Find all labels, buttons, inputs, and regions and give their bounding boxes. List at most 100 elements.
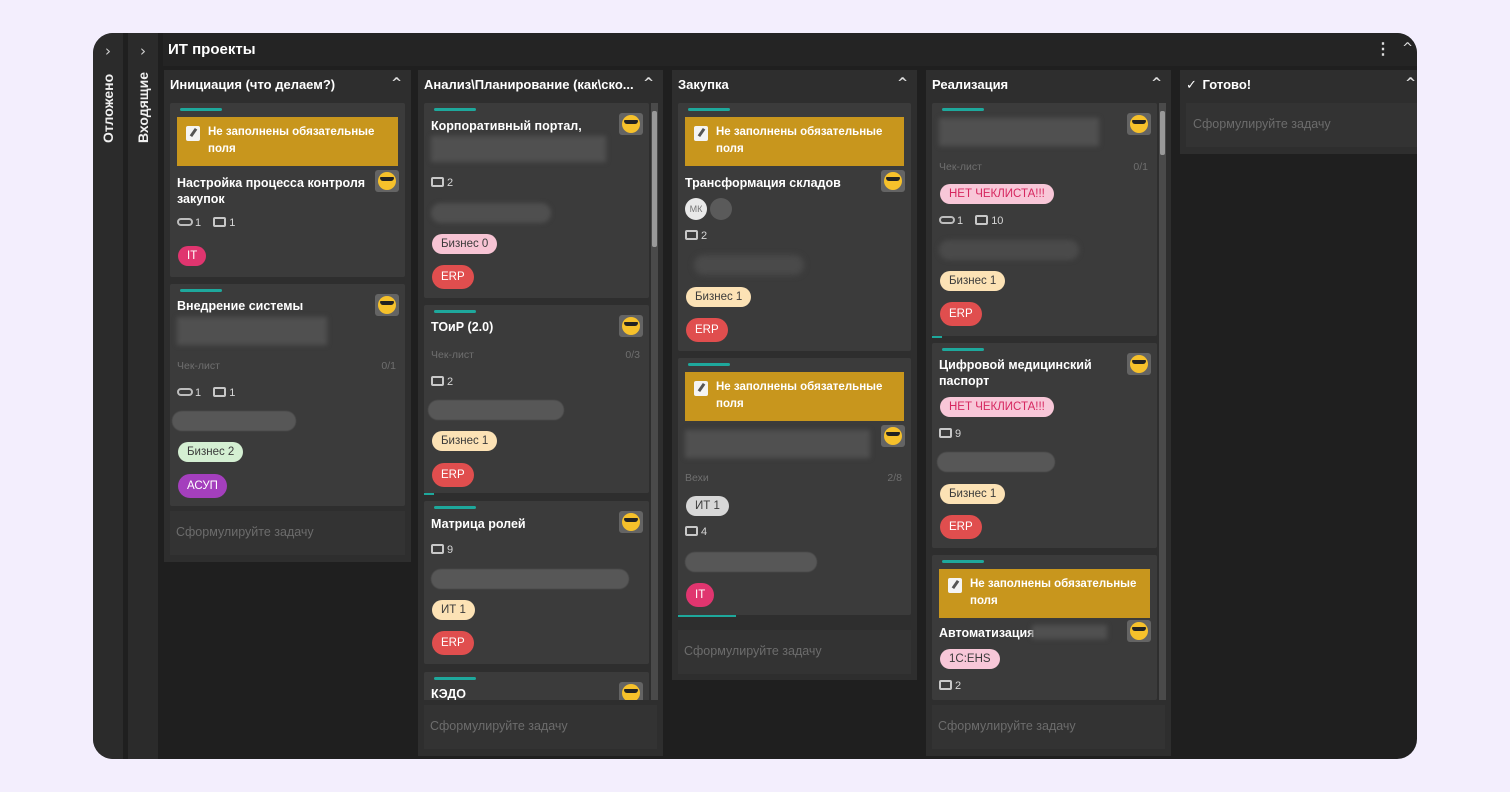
expand-chevron-icon[interactable]: ›: [93, 42, 123, 60]
blurred-field: [685, 552, 817, 572]
checklist-row[interactable]: Чек-лист 0/1: [177, 360, 396, 372]
kanban-window: › Отложено › Входящие ИТ проекты ⋮ ^ Ини…: [93, 33, 1417, 759]
scrollbar-thumb[interactable]: [1160, 111, 1165, 155]
tag-badge[interactable]: Бизнес 2: [178, 442, 244, 462]
blurred-field: [428, 400, 564, 420]
tag-badge[interactable]: Бизнес 0: [432, 234, 498, 254]
tag-badge[interactable]: ERP: [940, 302, 982, 326]
tag-badge[interactable]: АСУП: [178, 474, 227, 498]
tag-badge[interactable]: ERP: [432, 265, 474, 289]
collapse-column-icon[interactable]: ^: [391, 76, 402, 91]
collapse-column-icon[interactable]: ^: [1151, 76, 1162, 91]
column-header[interactable]: ✓ Готово! ^: [1180, 70, 1417, 99]
tag-badge[interactable]: Бизнес 1: [432, 431, 498, 451]
task-card[interactable]: КЭДО: [424, 672, 649, 700]
avatar[interactable]: МК: [685, 198, 707, 220]
tag-badge[interactable]: ERP: [432, 463, 474, 487]
task-card[interactable]: Корпоративный портал, 2 Бизнес 0 ERP: [424, 103, 649, 298]
add-task-input[interactable]: Сформулируйте задачу: [932, 705, 1165, 749]
sunglasses-emoji-icon[interactable]: [881, 425, 905, 447]
card-color-bar: [180, 108, 222, 111]
add-task-input[interactable]: Сформулируйте задачу: [170, 511, 405, 555]
task-card[interactable]: Не заполнены обязательные поля Настройка…: [170, 103, 405, 277]
add-task-input[interactable]: Сформулируйте задачу: [424, 705, 657, 749]
task-card[interactable]: Внедрение системы Чек-лист 0/1 1 1 Бизне…: [170, 284, 405, 506]
collapse-chevron-icon[interactable]: ^: [1402, 41, 1413, 56]
tag-badge[interactable]: 1С:EHS: [940, 649, 1000, 669]
scrollbar[interactable]: [651, 103, 658, 700]
task-card[interactable]: ТОиР (2.0) Чек-лист 0/3 2 Бизнес 1 ERP: [424, 305, 649, 495]
column-header[interactable]: Закупка ^: [672, 70, 917, 99]
attachments-count: 1: [957, 215, 964, 227]
comment-icon: [213, 387, 227, 397]
progress-bar: [424, 493, 434, 495]
column-label-inbox: Входящие: [135, 72, 151, 143]
comment-icon: [431, 544, 444, 554]
add-task-input[interactable]: Сформулируйте задачу: [678, 630, 911, 674]
note-edit-icon: [694, 126, 708, 141]
card-title: Цифровой медицинский паспорт: [939, 358, 1092, 388]
sunglasses-emoji-icon[interactable]: [1127, 620, 1151, 642]
tag-badge[interactable]: IT: [178, 246, 207, 266]
check-icon: ✓: [1186, 78, 1197, 93]
paperclip-icon: [177, 218, 193, 226]
collapse-column-icon[interactable]: ^: [643, 76, 654, 91]
comment-icon: [685, 230, 698, 240]
sunglasses-emoji-icon[interactable]: [881, 170, 905, 192]
add-task-input[interactable]: Сформулируйте задачу: [1186, 103, 1417, 147]
tag-badge[interactable]: ERP: [432, 631, 474, 655]
tag-badge[interactable]: Бизнес 1: [686, 287, 752, 307]
no-checklist-badge[interactable]: НЕТ ЧЕКЛИСТА!!!: [940, 397, 1054, 417]
sunglasses-emoji-icon[interactable]: [1127, 113, 1151, 135]
tag-badge[interactable]: Бизнес 1: [940, 271, 1006, 291]
sunglasses-emoji-icon[interactable]: [1127, 353, 1151, 375]
sunglasses-emoji-icon[interactable]: [619, 113, 643, 135]
board-header: ИТ проекты ⋮ ^: [163, 33, 1417, 66]
sunglasses-emoji-icon[interactable]: [619, 315, 643, 337]
comment-icon: [975, 215, 989, 225]
column-title: Инициация (что делаем?): [170, 77, 336, 92]
task-card[interactable]: Не заполнены обязательные поля Вехи 2/8 …: [678, 358, 911, 617]
tag-badge[interactable]: ИТ 1: [432, 600, 475, 620]
checklist-row[interactable]: Вехи 2/8: [685, 472, 902, 484]
task-card[interactable]: Чек-лист 0/1 НЕТ ЧЕКЛИСТА!!! 1 10 Бизнес…: [932, 103, 1157, 338]
task-card[interactable]: Не заполнены обязательные поля Трансформ…: [678, 103, 911, 351]
sunglasses-emoji-icon[interactable]: [375, 170, 399, 192]
collapse-column-icon[interactable]: ^: [897, 76, 908, 91]
checklist-label: Чек-лист: [431, 349, 474, 361]
warning-banner: Не заполнены обязательные поля: [685, 372, 904, 421]
comment-icon: [939, 680, 952, 690]
sunglasses-emoji-icon[interactable]: [619, 682, 643, 700]
tag-badge[interactable]: ERP: [940, 515, 982, 539]
tag-badge[interactable]: ИТ 1: [686, 496, 729, 516]
task-card[interactable]: Не заполнены обязательные поля Автоматиз…: [932, 555, 1157, 700]
tag-badge[interactable]: Бизнес 1: [940, 484, 1006, 504]
warning-text: Не заполнены обязательные поля: [970, 578, 1137, 607]
sunglasses-emoji-icon[interactable]: [375, 294, 399, 316]
card-title: Автоматизация: [939, 626, 1035, 640]
collapse-column-icon[interactable]: ^: [1405, 76, 1416, 91]
checklist-row[interactable]: Чек-лист 0/3: [431, 349, 640, 361]
column-header[interactable]: Реализация ^: [926, 70, 1171, 99]
tag-badge[interactable]: IT: [686, 583, 715, 607]
sunglasses-emoji-icon[interactable]: [619, 511, 643, 533]
column-header[interactable]: Инициация (что делаем?) ^: [164, 70, 411, 99]
comment-icon: [431, 376, 444, 386]
expand-chevron-icon[interactable]: ›: [128, 42, 158, 60]
no-checklist-badge[interactable]: НЕТ ЧЕКЛИСТА!!!: [940, 184, 1054, 204]
collapsed-column-postponed[interactable]: › Отложено: [93, 33, 123, 759]
column-header[interactable]: Анализ\Планирование (как\ско... ^: [418, 70, 663, 99]
tag-badge[interactable]: ERP: [686, 318, 728, 342]
scrollbar-thumb[interactable]: [652, 111, 657, 247]
warning-text: Не заполнены обязательные поля: [716, 126, 883, 155]
more-menu-icon[interactable]: ⋮: [1375, 39, 1391, 59]
task-card[interactable]: Матрица ролей 9 ИТ 1 ERP: [424, 501, 649, 664]
avatar[interactable]: [710, 198, 732, 220]
scrollbar[interactable]: [1159, 103, 1166, 700]
collapsed-column-inbox[interactable]: › Входящие: [128, 33, 158, 759]
warning-text: Не заполнены обязательные поля: [716, 381, 883, 410]
task-card[interactable]: Цифровой медицинский паспорт НЕТ ЧЕКЛИСТ…: [932, 343, 1157, 548]
card-list: Не заполнены обязательные поля Трансформ…: [678, 103, 911, 617]
board-title: ИТ проекты: [168, 41, 256, 58]
checklist-row[interactable]: Чек-лист 0/1: [939, 161, 1148, 173]
